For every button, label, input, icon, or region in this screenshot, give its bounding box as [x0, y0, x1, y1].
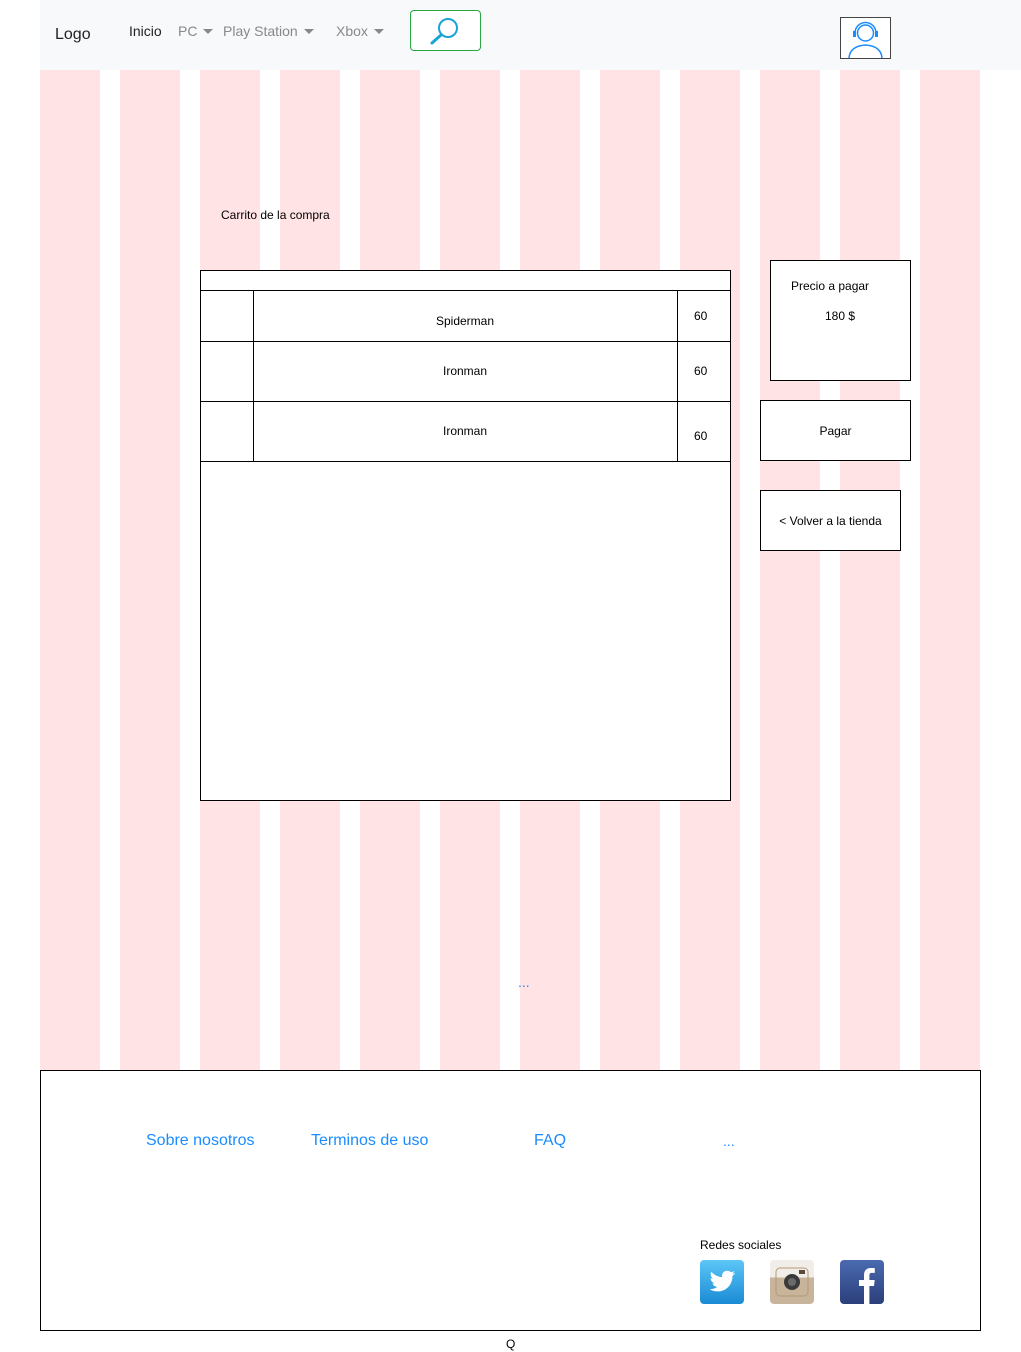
item-thumbnail: [201, 401, 254, 461]
price-summary: Precio a pagar 180 $: [770, 260, 911, 381]
pay-button-label: Pagar: [819, 424, 852, 438]
cart-table: Spiderman 60 Ironman 60 Ironman 60: [200, 270, 731, 801]
grid-column: [840, 70, 900, 1070]
footer-link-more[interactable]: ...: [723, 1133, 735, 1149]
social-title: Redes sociales: [700, 1238, 782, 1252]
footer: Sobre nosotros Terminos de uso FAQ ... R…: [40, 1070, 981, 1331]
chevron-down-icon: [303, 29, 314, 34]
price-total: 180 $: [825, 309, 856, 323]
grid-column: [120, 70, 180, 1070]
twitter-bird-glyph: [709, 1270, 735, 1292]
footer-link-faq[interactable]: FAQ: [534, 1132, 566, 1150]
search-icon: [430, 18, 458, 45]
instagram-icon[interactable]: [770, 1260, 814, 1304]
navbar: Logo Inicio PC Play Station Xbox: [40, 0, 1021, 70]
item-thumbnail: [201, 291, 254, 341]
more-link[interactable]: ...: [518, 974, 530, 990]
chevron-down-icon: [373, 29, 384, 34]
item-price: 60: [694, 309, 708, 323]
price-label: Precio a pagar: [791, 279, 870, 293]
column-divider: [677, 341, 678, 401]
column-divider: [677, 291, 678, 341]
item-price: 60: [694, 364, 708, 378]
logo[interactable]: Logo: [55, 26, 91, 44]
item-price: 60: [694, 429, 708, 443]
bottom-text: Q: [506, 1337, 516, 1351]
item-name: Spiderman: [435, 314, 495, 328]
nav-pc-label: PC: [178, 23, 198, 39]
table-row: Ironman 60: [201, 401, 730, 462]
chevron-down-icon: [203, 29, 214, 34]
item-name: Ironman: [442, 364, 488, 378]
grid-column: [920, 70, 980, 1070]
cart-title: Carrito de la compra: [221, 208, 330, 222]
nav-xbox-label: Xbox: [336, 23, 368, 39]
user-icon: [848, 21, 883, 59]
table-row: Ironman 60: [201, 341, 730, 402]
grid-column: [40, 70, 100, 1070]
column-divider: [677, 401, 678, 461]
item-thumbnail: [201, 341, 254, 401]
facebook-icon[interactable]: [840, 1260, 884, 1304]
twitter-icon[interactable]: [700, 1260, 744, 1304]
nav-playstation-dropdown[interactable]: Play Station: [223, 23, 314, 39]
user-avatar[interactable]: [840, 17, 891, 59]
grid-column: [760, 70, 820, 1070]
nav-inicio-label: Inicio: [129, 23, 162, 39]
nav-playstation-label: Play Station: [223, 23, 298, 39]
item-name: Ironman: [442, 424, 488, 438]
back-to-store-button[interactable]: < Volver a la tienda: [760, 490, 901, 551]
nav-xbox-dropdown[interactable]: Xbox: [336, 23, 384, 39]
search-button[interactable]: [410, 10, 481, 51]
footer-link-about[interactable]: Sobre nosotros: [146, 1132, 255, 1150]
nav-pc-dropdown[interactable]: PC: [178, 23, 214, 39]
pay-button[interactable]: Pagar: [760, 400, 911, 461]
table-row: Spiderman 60: [201, 291, 730, 342]
camera-glyph: [775, 1267, 809, 1297]
footer-link-terms[interactable]: Terminos de uso: [311, 1132, 428, 1150]
facebook-f-glyph: [859, 1268, 875, 1304]
nav-inicio[interactable]: Inicio: [129, 23, 162, 39]
back-button-label: < Volver a la tienda: [779, 514, 882, 528]
